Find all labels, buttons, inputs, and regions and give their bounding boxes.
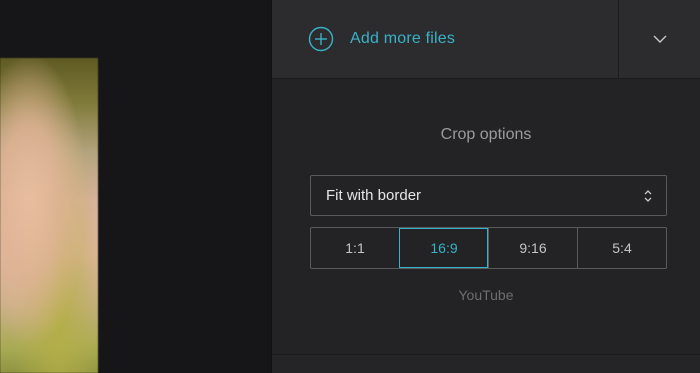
ratio-button-1-1[interactable]: 1:1 <box>311 228 399 268</box>
file-toolbar: Add more files <box>272 0 700 79</box>
options-panel: Add more files Crop options Fit with bor… <box>271 0 700 373</box>
ratio-button-16-9[interactable]: 16:9 <box>399 228 488 268</box>
select-arrows-icon <box>644 190 652 202</box>
plus-circle-icon <box>308 26 334 52</box>
crop-options-title: Crop options <box>440 126 532 143</box>
preview-image <box>0 58 98 373</box>
crop-mode-select[interactable]: Fit with border <box>310 175 667 216</box>
add-more-files-label: Add more files <box>350 30 456 47</box>
panel-bottom-section <box>272 354 700 373</box>
preview-area <box>0 0 271 373</box>
files-dropdown-toggle[interactable] <box>618 0 700 78</box>
chevron-down-icon <box>653 35 666 43</box>
ratio-button-5-4[interactable]: 5:4 <box>577 228 666 268</box>
ratio-caption: YouTube <box>458 287 514 303</box>
aspect-ratio-group: 1:1 16:9 9:16 5:4 <box>310 227 667 269</box>
add-more-files-button[interactable]: Add more files <box>308 25 455 53</box>
crop-mode-value: Fit with border <box>326 187 422 204</box>
ratio-button-9-16[interactable]: 9:16 <box>488 228 577 268</box>
